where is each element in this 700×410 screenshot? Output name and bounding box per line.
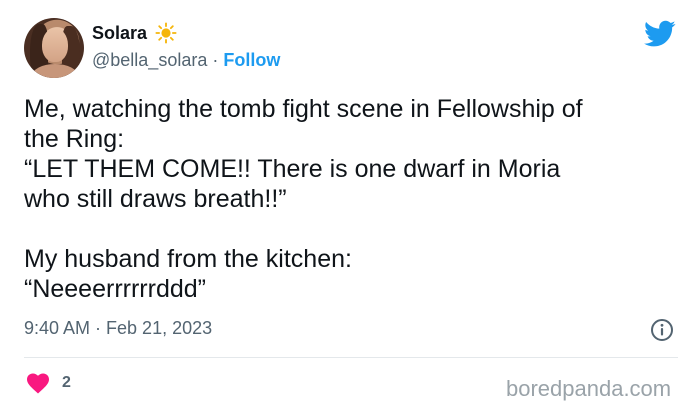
like-count: 2 xyxy=(62,374,71,391)
twitter-bird-icon[interactable] xyxy=(644,20,676,48)
info-icon[interactable] xyxy=(650,318,674,342)
avatar-face xyxy=(42,28,68,62)
handle-separator: · xyxy=(212,50,219,70)
name-row: Solara xyxy=(92,22,177,44)
tweet-timestamp[interactable]: 9:40 AM · Feb 21, 2023 xyxy=(24,318,212,339)
handle-row: @bella_solara · Follow xyxy=(92,50,280,71)
avatar[interactable] xyxy=(24,18,84,78)
follow-button[interactable]: Follow xyxy=(223,50,280,71)
sun-icon xyxy=(155,22,177,44)
heart-icon[interactable] xyxy=(26,372,50,394)
user-handle[interactable]: @bella_solara xyxy=(92,50,207,71)
display-name[interactable]: Solara xyxy=(92,23,147,44)
like-group[interactable]: 2 xyxy=(26,372,71,394)
divider xyxy=(24,357,678,358)
tweet-text: Me, watching the tomb fight scene in Fel… xyxy=(24,95,583,303)
watermark: boredpanda.com xyxy=(506,376,672,401)
